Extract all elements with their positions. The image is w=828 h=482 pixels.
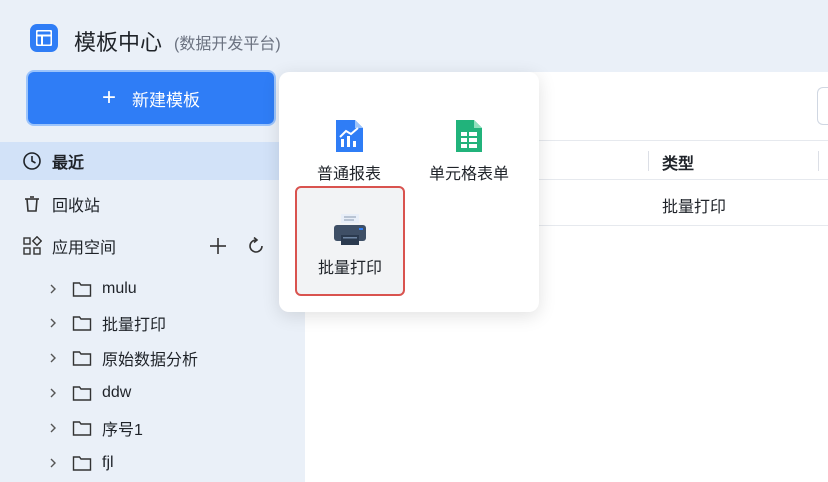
folder-icon [72,419,92,437]
folder-icon [72,384,92,402]
tile-normal-report[interactable]: 普通报表 [294,80,404,190]
app-header: 模板中心 (数据开发平台) [0,0,828,72]
spreadsheet-icon [451,118,487,154]
column-header-type[interactable]: 类型 [662,150,694,174]
tree-item[interactable]: 原始数据分析 [48,343,198,373]
search-input[interactable] [817,87,828,125]
tree-item-label: fjl [102,454,114,471]
sidebar-item-recycle-bin[interactable]: 回收站 [0,185,305,223]
folder-icon [72,349,92,367]
chevron-right-icon[interactable] [48,283,62,295]
add-space-icon[interactable] [208,236,228,256]
new-template-label: 新建模板 [132,90,200,110]
sidebar-item-recent[interactable]: 最近 [0,142,305,180]
tile-cell-form[interactable]: 单元格表单 [414,80,524,190]
tree-item-label: mulu [102,280,137,297]
refresh-icon[interactable] [246,236,266,256]
plus-icon: + [101,84,116,111]
sidebar-item-label: 最近 [52,155,85,172]
apps-icon [22,236,42,256]
chevron-right-icon[interactable] [48,422,62,434]
sidebar-item-label: 应用空间 [52,240,117,257]
column-divider[interactable] [818,151,819,171]
tree-item-label: ddw [102,384,132,401]
tree-item[interactable]: ddw [48,378,131,408]
chevron-right-icon[interactable] [48,352,62,364]
tree-item-label: 原始数据分析 [102,352,199,369]
tree-item-label: 批量打印 [102,317,167,334]
tile-label: 批量打印 [317,260,382,277]
tree-item-label: 序号1 [102,422,143,439]
tree-item[interactable]: 序号1 [48,413,143,443]
cell-type: 批量打印 [662,199,727,216]
report-chart-icon [331,118,367,154]
trash-icon [22,194,42,214]
sidebar: + 新建模板 最近 回收站 应用空间 mulu 批量打印 原始数据分析 ddw … [0,72,305,482]
chevron-right-icon[interactable] [48,457,62,469]
tile-batch-print[interactable]: 批量打印 [295,186,405,296]
chevron-right-icon[interactable] [48,317,62,329]
page-title: 模板中心 [74,30,163,55]
chevron-right-icon[interactable] [48,387,62,399]
sidebar-item-label: 回收站 [52,198,101,215]
tile-label: 普通报表 [316,166,381,183]
new-template-menu: 普通报表 单元格表单 批量打印 [279,72,539,312]
app-logo-icon [30,24,58,52]
tile-label: 单元格表单 [428,166,509,183]
folder-icon [72,314,92,332]
printer-icon [332,212,368,248]
folder-icon [72,454,92,472]
app-space-actions [208,236,266,256]
page-subtitle: (数据开发平台) [174,36,281,53]
new-template-button[interactable]: + 新建模板 [28,72,274,124]
tree-item[interactable]: 批量打印 [48,308,166,338]
tree-item[interactable]: fjl [48,448,114,478]
folder-icon [72,280,92,298]
tree-item[interactable]: mulu [48,274,137,304]
column-divider[interactable] [648,151,649,171]
clock-icon [22,151,42,171]
